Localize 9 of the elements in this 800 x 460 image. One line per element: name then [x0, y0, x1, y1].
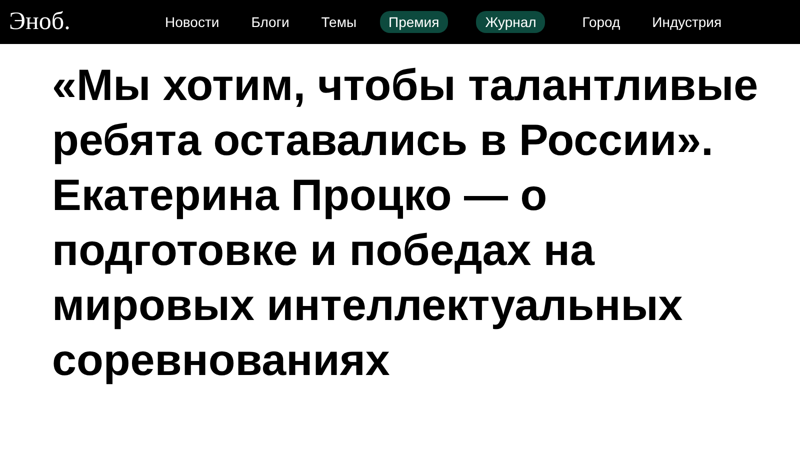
nav-link[interactable]: Блоги: [242, 11, 298, 33]
article-headline: «Мы хотим, чтобы талантливые ребята оставались в России». Екатерина Процко — о подготовке и победах на мировых интеллектуальных соревнованиях: [51, 60, 760, 387]
nav-link[interactable]: Индустрия: [643, 11, 731, 33]
nav-link[interactable]: Город: [573, 11, 630, 33]
nav-link[interactable]: Журнал: [476, 11, 546, 33]
nav-link[interactable]: Новости: [156, 11, 228, 33]
logo[interactable]: Эноб.: [9, 8, 156, 36]
nav-link[interactable]: Темы: [312, 11, 366, 33]
nav-link[interactable]: Премия: [380, 11, 448, 33]
